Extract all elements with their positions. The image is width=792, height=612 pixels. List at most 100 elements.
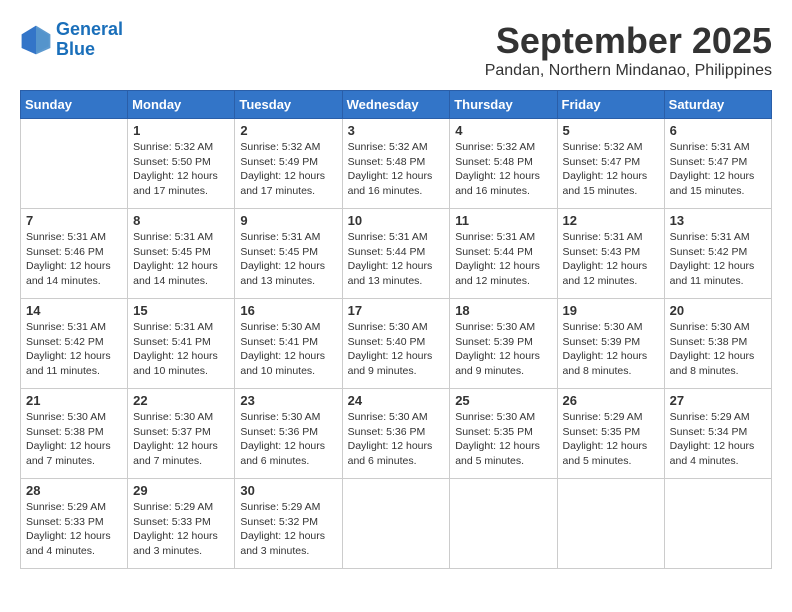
day-info: Sunrise: 5:30 AM Sunset: 5:35 PM Dayligh… (455, 410, 551, 469)
calendar-cell: 24 Sunrise: 5:30 AM Sunset: 5:36 PM Dayli… (342, 389, 450, 479)
calendar-cell: 2 Sunrise: 5:32 AM Sunset: 5:49 PM Daylig… (235, 119, 342, 209)
day-info: Sunrise: 5:30 AM Sunset: 5:36 PM Dayligh… (240, 410, 336, 469)
day-number: 12 (563, 213, 659, 228)
day-number: 10 (348, 213, 445, 228)
week-row: 14 Sunrise: 5:31 AM Sunset: 5:42 PM Dayli… (21, 299, 772, 389)
calendar-cell: 25Sunrise: 5:30 AM Sunset: 5:35 PM Dayli… (450, 389, 557, 479)
day-number: 3 (348, 123, 445, 138)
day-info: Sunrise: 5:29 AM Sunset: 5:33 PM Dayligh… (133, 500, 229, 559)
day-info: Sunrise: 5:31 AM Sunset: 5:42 PM Dayligh… (26, 320, 122, 379)
day-number: 2 (240, 123, 336, 138)
day-info: Sunrise: 5:30 AM Sunset: 5:40 PM Dayligh… (348, 320, 445, 379)
day-info: Sunrise: 5:31 AM Sunset: 5:45 PM Dayligh… (133, 230, 229, 289)
logo-line2: Blue (56, 39, 95, 59)
day-info: Sunrise: 5:31 AM Sunset: 5:45 PM Dayligh… (240, 230, 336, 289)
weekday-header: Tuesday (235, 91, 342, 119)
calendar-cell: 26 Sunrise: 5:29 AM Sunset: 5:35 PM Dayli… (557, 389, 664, 479)
day-number: 8 (133, 213, 229, 228)
day-number: 16 (240, 303, 336, 318)
day-number: 17 (348, 303, 445, 318)
calendar-table: SundayMondayTuesdayWednesdayThursdayFrid… (20, 90, 772, 569)
weekday-header: Wednesday (342, 91, 450, 119)
calendar-cell: 18 Sunrise: 5:30 AM Sunset: 5:39 PM Dayli… (450, 299, 557, 389)
calendar-cell: 5 Sunrise: 5:32 AM Sunset: 5:47 PM Daylig… (557, 119, 664, 209)
calendar-cell: 22Sunrise: 5:30 AM Sunset: 5:37 PM Dayli… (128, 389, 235, 479)
calendar-cell: 28 Sunrise: 5:29 AM Sunset: 5:33 PM Dayli… (21, 479, 128, 569)
day-number: 4 (455, 123, 551, 138)
day-number: 14 (26, 303, 122, 318)
day-info: Sunrise: 5:31 AM Sunset: 5:44 PM Dayligh… (455, 230, 551, 289)
page-header: General Blue September 2025 Pandan, Nort… (20, 20, 772, 80)
week-row: 28 Sunrise: 5:29 AM Sunset: 5:33 PM Dayli… (21, 479, 772, 569)
calendar-cell (21, 119, 128, 209)
day-number: 1 (133, 123, 229, 138)
calendar-cell: 21Sunrise: 5:30 AM Sunset: 5:38 PM Dayli… (21, 389, 128, 479)
day-info: Sunrise: 5:30 AM Sunset: 5:39 PM Dayligh… (455, 320, 551, 379)
calendar-cell (557, 479, 664, 569)
weekday-header: Saturday (664, 91, 771, 119)
day-info: Sunrise: 5:32 AM Sunset: 5:47 PM Dayligh… (563, 140, 659, 199)
calendar-cell: 29 Sunrise: 5:29 AM Sunset: 5:33 PM Dayli… (128, 479, 235, 569)
day-number: 6 (670, 123, 766, 138)
day-info: Sunrise: 5:29 AM Sunset: 5:32 PM Dayligh… (240, 500, 336, 559)
day-info: Sunrise: 5:30 AM Sunset: 5:37 PM Dayligh… (133, 410, 229, 469)
day-number: 23 (240, 393, 336, 408)
week-row: 1 Sunrise: 5:32 AM Sunset: 5:50 PM Daylig… (21, 119, 772, 209)
day-info: Sunrise: 5:30 AM Sunset: 5:36 PM Dayligh… (348, 410, 445, 469)
day-number: 29 (133, 483, 229, 498)
day-info: Sunrise: 5:32 AM Sunset: 5:48 PM Dayligh… (455, 140, 551, 199)
day-number: 19 (563, 303, 659, 318)
calendar-cell: 19 Sunrise: 5:30 AM Sunset: 5:39 PM Dayli… (557, 299, 664, 389)
day-number: 5 (563, 123, 659, 138)
week-row: 7 Sunrise: 5:31 AM Sunset: 5:46 PM Daylig… (21, 209, 772, 299)
week-row: 21Sunrise: 5:30 AM Sunset: 5:38 PM Dayli… (21, 389, 772, 479)
day-number: 15 (133, 303, 229, 318)
month-title: September 2025 (485, 20, 772, 62)
day-number: 30 (240, 483, 336, 498)
logo-icon (20, 24, 52, 56)
day-info: Sunrise: 5:32 AM Sunset: 5:49 PM Dayligh… (240, 140, 336, 199)
calendar-cell: 1 Sunrise: 5:32 AM Sunset: 5:50 PM Daylig… (128, 119, 235, 209)
calendar-cell: 7 Sunrise: 5:31 AM Sunset: 5:46 PM Daylig… (21, 209, 128, 299)
calendar-cell: 17 Sunrise: 5:30 AM Sunset: 5:40 PM Dayli… (342, 299, 450, 389)
calendar-cell: 27 Sunrise: 5:29 AM Sunset: 5:34 PM Dayli… (664, 389, 771, 479)
day-info: Sunrise: 5:30 AM Sunset: 5:38 PM Dayligh… (670, 320, 766, 379)
calendar-cell (450, 479, 557, 569)
weekday-header: Friday (557, 91, 664, 119)
day-number: 9 (240, 213, 336, 228)
calendar-cell: 4 Sunrise: 5:32 AM Sunset: 5:48 PM Daylig… (450, 119, 557, 209)
day-info: Sunrise: 5:32 AM Sunset: 5:50 PM Dayligh… (133, 140, 229, 199)
day-number: 24 (348, 393, 445, 408)
weekday-header: Monday (128, 91, 235, 119)
day-info: Sunrise: 5:31 AM Sunset: 5:46 PM Dayligh… (26, 230, 122, 289)
calendar-cell: 3Sunrise: 5:32 AM Sunset: 5:48 PM Daylig… (342, 119, 450, 209)
calendar-cell: 23 Sunrise: 5:30 AM Sunset: 5:36 PM Dayli… (235, 389, 342, 479)
day-number: 28 (26, 483, 122, 498)
weekday-header: Thursday (450, 91, 557, 119)
calendar-cell: 15Sunrise: 5:31 AM Sunset: 5:41 PM Dayli… (128, 299, 235, 389)
day-number: 13 (670, 213, 766, 228)
calendar-cell (664, 479, 771, 569)
day-info: Sunrise: 5:29 AM Sunset: 5:33 PM Dayligh… (26, 500, 122, 559)
day-info: Sunrise: 5:30 AM Sunset: 5:39 PM Dayligh… (563, 320, 659, 379)
day-number: 27 (670, 393, 766, 408)
calendar-cell: 9 Sunrise: 5:31 AM Sunset: 5:45 PM Daylig… (235, 209, 342, 299)
calendar-cell: 20 Sunrise: 5:30 AM Sunset: 5:38 PM Dayli… (664, 299, 771, 389)
calendar-cell: 6Sunrise: 5:31 AM Sunset: 5:47 PM Daylig… (664, 119, 771, 209)
calendar-cell: 13Sunrise: 5:31 AM Sunset: 5:42 PM Dayli… (664, 209, 771, 299)
weekday-header: Sunday (21, 91, 128, 119)
day-number: 18 (455, 303, 551, 318)
day-number: 7 (26, 213, 122, 228)
calendar-cell: 11 Sunrise: 5:31 AM Sunset: 5:44 PM Dayli… (450, 209, 557, 299)
calendar-cell: 12 Sunrise: 5:31 AM Sunset: 5:43 PM Dayli… (557, 209, 664, 299)
location-title: Pandan, Northern Mindanao, Philippines (485, 62, 772, 80)
calendar-cell: 14 Sunrise: 5:31 AM Sunset: 5:42 PM Dayli… (21, 299, 128, 389)
day-info: Sunrise: 5:30 AM Sunset: 5:38 PM Dayligh… (26, 410, 122, 469)
day-info: Sunrise: 5:31 AM Sunset: 5:43 PM Dayligh… (563, 230, 659, 289)
day-info: Sunrise: 5:29 AM Sunset: 5:34 PM Dayligh… (670, 410, 766, 469)
day-number: 26 (563, 393, 659, 408)
day-number: 20 (670, 303, 766, 318)
calendar-cell: 16Sunrise: 5:30 AM Sunset: 5:41 PM Dayli… (235, 299, 342, 389)
day-number: 11 (455, 213, 551, 228)
day-info: Sunrise: 5:29 AM Sunset: 5:35 PM Dayligh… (563, 410, 659, 469)
